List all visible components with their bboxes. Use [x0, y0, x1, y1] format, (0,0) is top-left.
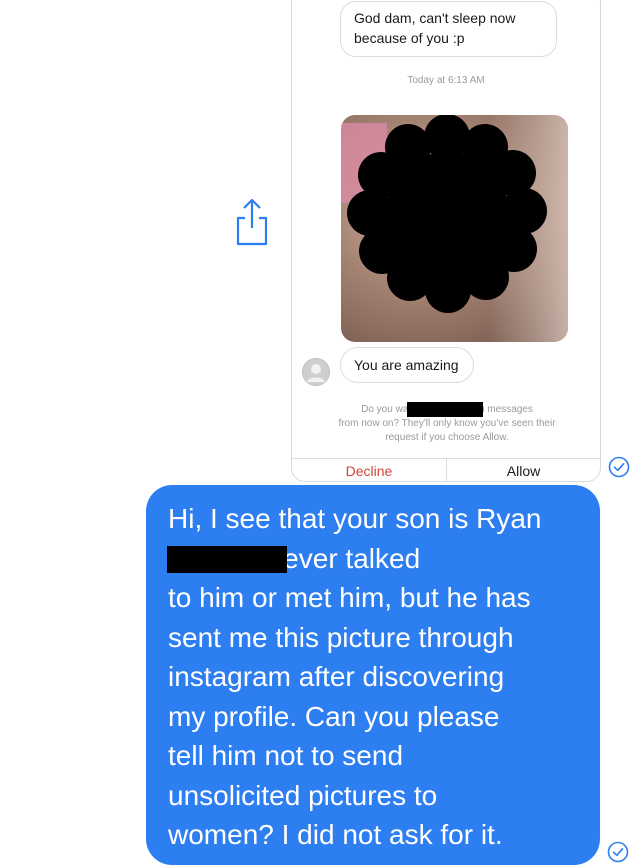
- outgoing-line-6: my profile. Can you please: [168, 700, 500, 732]
- shared-screenshot-card[interactable]: God dam, can't sleep now because of you …: [291, 0, 601, 482]
- request-action-row: Decline Allow: [292, 458, 600, 481]
- request-line-2: from now on? They'll only know you've se…: [338, 418, 556, 429]
- outgoing-line-8: unsolicited pictures to: [168, 779, 438, 811]
- avatar-placeholder-icon: [302, 358, 330, 386]
- outgoing-line-9: women? I did not ask for it.: [168, 819, 503, 850]
- incoming-message-bubble: God dam, can't sleep now because of you …: [340, 1, 557, 57]
- share-icon[interactable]: [232, 196, 272, 246]
- outgoing-line-1: Hi, I see that your son is Ryan: [168, 503, 542, 534]
- outgoing-message-bubble[interactable]: Hi, I see that your son is Ryan . I have…: [146, 485, 600, 865]
- read-receipt-check-icon: [608, 456, 630, 478]
- outgoing-line-4: sent me this picture through: [168, 621, 514, 653]
- incoming-message-line-2: because of you :p: [354, 30, 465, 46]
- message-timestamp: Today at 6:13 AM: [407, 75, 485, 86]
- incoming-message-line-1: God dam, can't sleep now: [354, 10, 516, 26]
- outgoing-line-5: instagram after discovering: [168, 661, 505, 692]
- reply-message-bubble: You are amazing: [340, 347, 474, 383]
- request-line-3: request if you choose Allow.: [385, 432, 509, 443]
- redaction-censor-mark: [347, 115, 547, 313]
- shared-photo[interactable]: [341, 115, 568, 342]
- sender-avatar: [302, 358, 330, 386]
- outgoing-line-3: to him or met him, but he has: [168, 582, 531, 613]
- outgoing-line-7: tell him not to send: [168, 740, 404, 771]
- redacted-name-bar: [407, 402, 483, 417]
- redacted-surname-bar: [167, 546, 287, 573]
- read-receipt-check-icon: [607, 841, 629, 863]
- allow-button[interactable]: Allow: [447, 463, 600, 479]
- decline-button[interactable]: Decline: [292, 463, 446, 479]
